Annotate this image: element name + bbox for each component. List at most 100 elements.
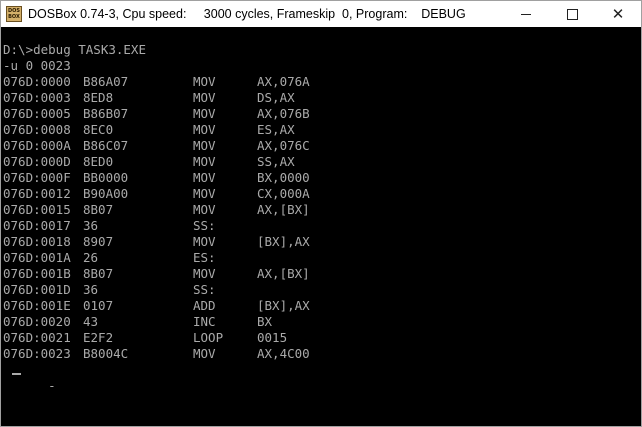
listing-mnemonic: ADD <box>193 298 216 313</box>
listing-address: 076D:0020 <box>3 314 71 329</box>
disassembly-listing: 076D:0000 B86A07 MOV AX,076A 076D:0003 8ED8 MO… <box>3 74 641 362</box>
listing-address: 076D:0000 <box>3 74 71 89</box>
listing-row: 076D:0018 8907 MOV [BX],AX <box>3 234 641 250</box>
listing-bytes: B86B07 <box>83 106 129 121</box>
listing-row: 076D:0017 36 SS: <box>3 218 641 234</box>
listing-operands: [BX],AX <box>257 298 310 313</box>
listing-row: 076D:0003 8ED8 MOV DS,AX <box>3 90 641 106</box>
listing-mnemonic: MOV <box>193 138 216 153</box>
listing-address: 076D:0015 <box>3 202 71 217</box>
listing-operands: DS,AX <box>257 90 295 105</box>
listing-mnemonic: MOV <box>193 106 216 121</box>
listing-bytes: B86A07 <box>83 74 129 89</box>
dosbox-window: DOS BOX DOSBox 0.74-3, Cpu speed: 3000 c… <box>0 0 642 427</box>
listing-bytes: 0107 <box>83 298 114 313</box>
listing-mnemonic: SS: <box>193 282 216 297</box>
title-bar[interactable]: DOS BOX DOSBox 0.74-3, Cpu speed: 3000 c… <box>1 1 641 27</box>
listing-operands: AX,4C00 <box>257 346 310 361</box>
close-button[interactable]: ✕ <box>595 1 641 27</box>
listing-row: 076D:000F BB0000 MOV BX,0000 <box>3 170 641 186</box>
listing-mnemonic: MOV <box>193 234 216 249</box>
listing-operands: ES,AX <box>257 122 295 137</box>
listing-row: 076D:0023 B8004C MOV AX,4C00 <box>3 346 641 362</box>
listing-bytes: B86C07 <box>83 138 129 153</box>
listing-address: 076D:000A <box>3 138 71 153</box>
listing-address: 076D:0012 <box>3 186 71 201</box>
listing-address: 076D:000F <box>3 170 71 185</box>
listing-row: 076D:001A 26 ES: <box>3 250 641 266</box>
listing-operands: AX,076C <box>257 138 310 153</box>
listing-address: 076D:000D <box>3 154 71 169</box>
listing-bytes: 8907 <box>83 234 114 249</box>
listing-address: 076D:001B <box>3 266 71 281</box>
debug-prompt: - <box>48 378 56 393</box>
listing-row: 076D:0012 B90A00 MOV CX,000A <box>3 186 641 202</box>
listing-mnemonic: MOV <box>193 346 216 361</box>
listing-bytes: 36 <box>83 218 99 233</box>
dosbox-app-icon[interactable]: DOS BOX <box>6 6 22 22</box>
listing-row: 076D:001B 8B07 MOV AX,[BX] <box>3 266 641 282</box>
listing-row: 076D:000D 8ED0 MOV SS,AX <box>3 154 641 170</box>
listing-operands: BX <box>257 314 273 329</box>
listing-address: 076D:0008 <box>3 122 71 137</box>
window-controls: ✕ <box>503 1 641 27</box>
listing-address: 076D:0021 <box>3 330 71 345</box>
listing-address: 076D:0005 <box>3 106 71 121</box>
listing-mnemonic: LOOP <box>193 330 224 345</box>
listing-address: 076D:0003 <box>3 90 71 105</box>
listing-mnemonic: SS: <box>193 218 216 233</box>
minimize-icon <box>521 13 531 15</box>
close-icon: ✕ <box>611 5 625 23</box>
listing-row: 076D:0020 43 INC BX <box>3 314 641 330</box>
listing-row: 076D:001E 0107 ADD [BX],AX <box>3 298 641 314</box>
text-cursor <box>12 373 21 375</box>
listing-bytes: BB0000 <box>83 170 129 185</box>
listing-operands: AX,[BX] <box>257 266 310 281</box>
prompt-line: - <box>3 362 641 393</box>
command-line: D:\>debug TASK3.EXE <box>3 42 146 57</box>
listing-mnemonic: INC <box>193 314 216 329</box>
listing-operands: AX,[BX] <box>257 202 310 217</box>
listing-bytes: B90A00 <box>83 186 129 201</box>
window-title: DOSBox 0.74-3, Cpu speed: 3000 cycles, F… <box>28 7 466 21</box>
listing-address: 076D:0023 <box>3 346 71 361</box>
listing-row: 076D:0008 8EC0 MOV ES,AX <box>3 122 641 138</box>
listing-bytes: 26 <box>83 250 99 265</box>
listing-bytes: 8B07 <box>83 266 114 281</box>
debug-command: -u 0 0023 <box>3 58 71 73</box>
listing-bytes: 43 <box>83 314 99 329</box>
listing-operands: SS,AX <box>257 154 295 169</box>
listing-address: 076D:0018 <box>3 234 71 249</box>
listing-row: 076D:0021 E2F2 LOOP 0015 <box>3 330 641 346</box>
listing-operands: 0015 <box>257 330 288 345</box>
listing-mnemonic: ES: <box>193 250 216 265</box>
listing-operands: BX,0000 <box>257 170 310 185</box>
listing-operands: AX,076B <box>257 106 310 121</box>
listing-bytes: B8004C <box>83 346 129 361</box>
listing-operands: CX,000A <box>257 186 310 201</box>
dos-console[interactable]: D:\>debug TASK3.EXE -u 0 0023 076D:0000 B… <box>1 27 641 426</box>
listing-mnemonic: MOV <box>193 170 216 185</box>
listing-bytes: E2F2 <box>83 330 114 345</box>
listing-row: 076D:0000 B86A07 MOV AX,076A <box>3 74 641 90</box>
maximize-button[interactable] <box>549 1 595 27</box>
listing-mnemonic: MOV <box>193 90 216 105</box>
listing-mnemonic: MOV <box>193 266 216 281</box>
listing-mnemonic: MOV <box>193 186 216 201</box>
listing-row: 076D:0015 8B07 MOV AX,[BX] <box>3 202 641 218</box>
listing-mnemonic: MOV <box>193 202 216 217</box>
listing-row: 076D:000A B86C07 MOV AX,076C <box>3 138 641 154</box>
icon-label-bottom: BOX <box>8 14 20 20</box>
listing-mnemonic: MOV <box>193 74 216 89</box>
listing-mnemonic: MOV <box>193 154 216 169</box>
maximize-icon <box>566 8 578 20</box>
listing-mnemonic: MOV <box>193 122 216 137</box>
listing-operands: [BX],AX <box>257 234 310 249</box>
listing-row: 076D:001D 36 SS: <box>3 282 641 298</box>
listing-operands: AX,076A <box>257 74 310 89</box>
minimize-button[interactable] <box>503 1 549 27</box>
listing-address: 076D:001A <box>3 250 71 265</box>
listing-bytes: 8ED0 <box>83 154 114 169</box>
listing-bytes: 8EC0 <box>83 122 114 137</box>
listing-bytes: 8B07 <box>83 202 114 217</box>
